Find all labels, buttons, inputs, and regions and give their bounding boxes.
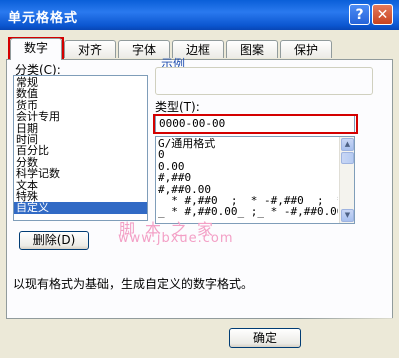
tab-patterns[interactable]: 图案: [226, 40, 278, 58]
scroll-up-icon[interactable]: ▲: [341, 138, 354, 151]
ok-button[interactable]: 确定: [229, 328, 301, 348]
type-input-highlight-box: [153, 114, 358, 134]
category-item[interactable]: 自定义: [14, 202, 147, 214]
delete-button[interactable]: 删除(D): [19, 231, 89, 250]
category-item[interactable]: 会计专用: [14, 111, 147, 123]
format-item[interactable]: 0: [156, 149, 338, 160]
window-title: 单元格格式: [8, 11, 79, 26]
tab-number[interactable]: 数字: [10, 38, 62, 60]
help-button[interactable]: ?: [349, 4, 370, 25]
title-bar[interactable]: 单元格格式 ? ✕: [0, 0, 399, 30]
type-label: 类型(T):: [155, 100, 200, 114]
format-cells-dialog: 单元格格式 ? ✕ 数字 对齐 字体 边框 图案 保护 分类(C): 常规 数值货…: [0, 0, 399, 358]
category-item[interactable]: 科学记数: [14, 168, 147, 180]
format-item[interactable]: #,##0.00: [156, 184, 338, 195]
format-item[interactable]: 0.00: [156, 161, 338, 172]
format-item[interactable]: G/通用格式: [156, 138, 338, 149]
close-button[interactable]: ✕: [372, 4, 393, 25]
category-list[interactable]: 常规 数值 货币 会计专用 日期 时间 百分比 分数 科学记数 文本 特殊 自定义: [13, 75, 148, 221]
watermark-url: www.jbxue.com: [118, 231, 234, 246]
fade-overlay: [300, 318, 399, 358]
format-item[interactable]: #,##0: [156, 172, 338, 183]
sample-box: [155, 67, 373, 95]
format-description: 以现有格式为基础，生成自定义的数字格式。: [13, 277, 254, 291]
tab-alignment[interactable]: 对齐: [64, 40, 116, 58]
tab-protection[interactable]: 保护: [280, 40, 332, 58]
format-list[interactable]: G/通用格式 0 0.00 #,##0 #,##0.00 _ * #,##0_ ;_ * …: [155, 136, 355, 224]
scroll-down-icon[interactable]: ▼: [341, 209, 354, 222]
format-list-scrollbar[interactable]: ▲ ▼: [339, 137, 354, 223]
format-item[interactable]: _ * #,##0_ ;_ * -#,##0_ ;_ * ": [156, 195, 338, 206]
scroll-thumb[interactable]: [341, 152, 354, 164]
